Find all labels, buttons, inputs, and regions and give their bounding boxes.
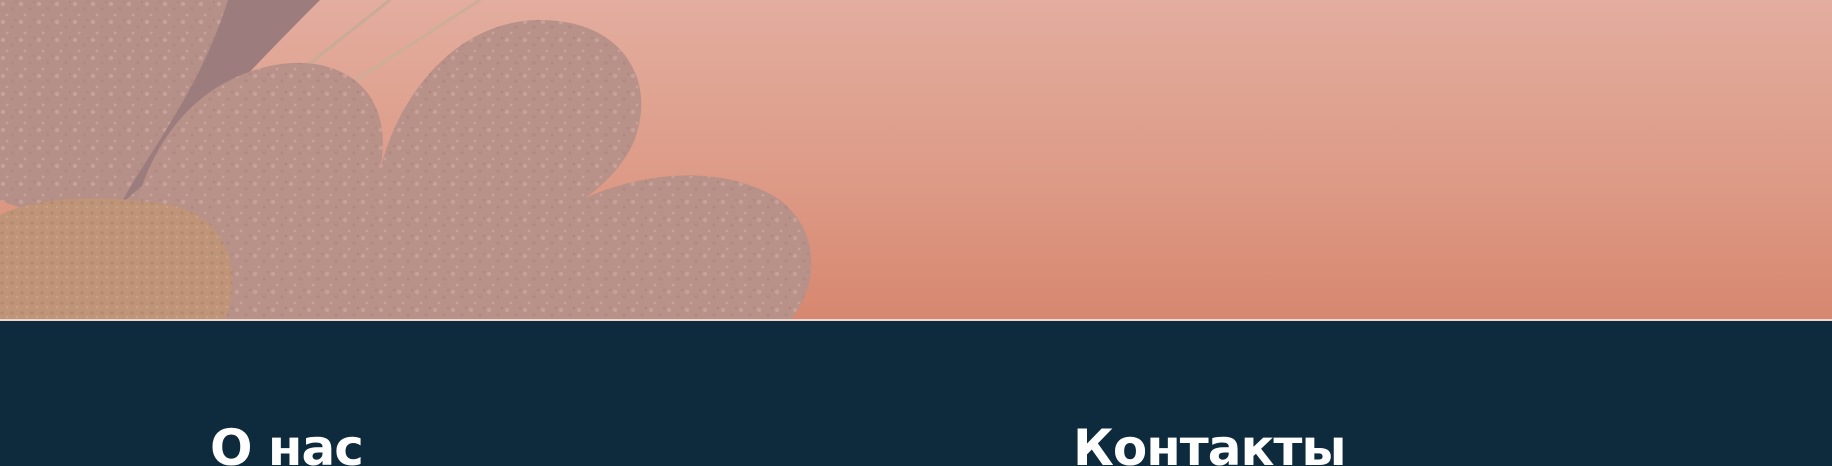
hero-banner	[0, 0, 1832, 320]
footer: О нас Контакты	[0, 321, 1832, 466]
flower-center	[0, 198, 233, 320]
contacts-heading: Контакты	[1073, 419, 1347, 466]
flower-illustration	[0, 0, 812, 320]
about-heading: О нас	[210, 419, 364, 466]
